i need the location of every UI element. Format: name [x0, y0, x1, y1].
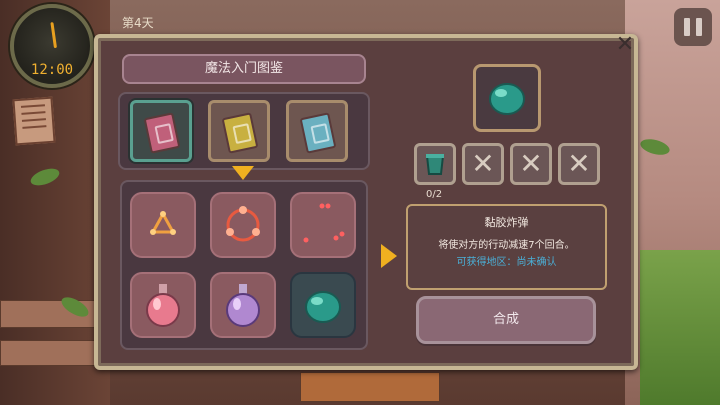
item-slot-purple-potion[interactable] — [210, 272, 276, 338]
background-grass — [640, 250, 720, 405]
item-description-box: 黏胶炸弹 将使对方的行动减速7个回合。 可获得地区：尚未确认 — [406, 204, 607, 290]
item-slot-slime-bomb[interactable] — [290, 272, 356, 338]
pink-potion-icon — [146, 284, 180, 327]
ingredient-slot-1[interactable] — [414, 143, 456, 185]
ingredient-slot-2[interactable]: ✕ — [462, 143, 504, 185]
teal-cup-icon — [425, 154, 445, 175]
craft-arrow-icon — [381, 244, 397, 268]
book-slot-2[interactable] — [208, 100, 270, 162]
day-label: 第4天 — [122, 16, 154, 30]
dots-rune-icon — [303, 203, 345, 243]
ingredient-slot-4[interactable]: ✕ — [558, 143, 600, 185]
item-slot-circle-rune[interactable] — [210, 192, 276, 258]
ingredient-slot-3[interactable]: ✕ — [510, 143, 552, 185]
spellbook-icon — [299, 112, 337, 154]
spellbook-icon — [143, 112, 181, 154]
x-icon: ✕ — [567, 147, 591, 180]
pause-icon — [684, 18, 690, 36]
x-icon: ✕ — [519, 147, 543, 180]
result-slot — [473, 64, 541, 132]
book-slot-1[interactable] — [130, 100, 192, 162]
slime-bomb-icon — [305, 291, 341, 323]
item-slot-dots-rune[interactable] — [290, 192, 356, 258]
background-plank — [0, 340, 100, 366]
quest-note-icon[interactable] — [12, 96, 56, 146]
pause-button[interactable] — [674, 8, 712, 46]
clock-time: 12:00 — [30, 62, 74, 78]
craft-button[interactable]: 合成 — [416, 296, 596, 344]
clock-hand-icon — [50, 22, 57, 49]
close-button[interactable]: ✕ — [612, 32, 638, 58]
purple-potion-icon — [226, 284, 260, 327]
book-slot-3[interactable] — [286, 100, 348, 162]
x-icon: ✕ — [471, 147, 495, 180]
item-source-text: 可获得地区：尚未确认 — [456, 257, 557, 268]
panel-title: 魔法入门图鉴 — [122, 54, 366, 84]
circle-rune-icon — [226, 206, 260, 242]
triangle-rune-icon — [150, 210, 176, 235]
background-plank — [300, 372, 440, 402]
selected-book-arrow-icon — [232, 166, 254, 180]
item-slot-pink-potion[interactable] — [130, 272, 196, 338]
item-slot-triangle-rune[interactable] — [130, 192, 196, 258]
day-clock: 12:00 — [10, 4, 94, 88]
slime-bomb-icon — [489, 83, 525, 115]
spellbook-icon — [221, 112, 259, 154]
item-effect-text: 将使对方的行动减速7个回合。 — [438, 240, 575, 251]
pause-icon — [696, 18, 702, 36]
item-name: 黏胶炸弹 — [484, 216, 529, 229]
ingredient-counter: 0/2 — [426, 189, 443, 200]
